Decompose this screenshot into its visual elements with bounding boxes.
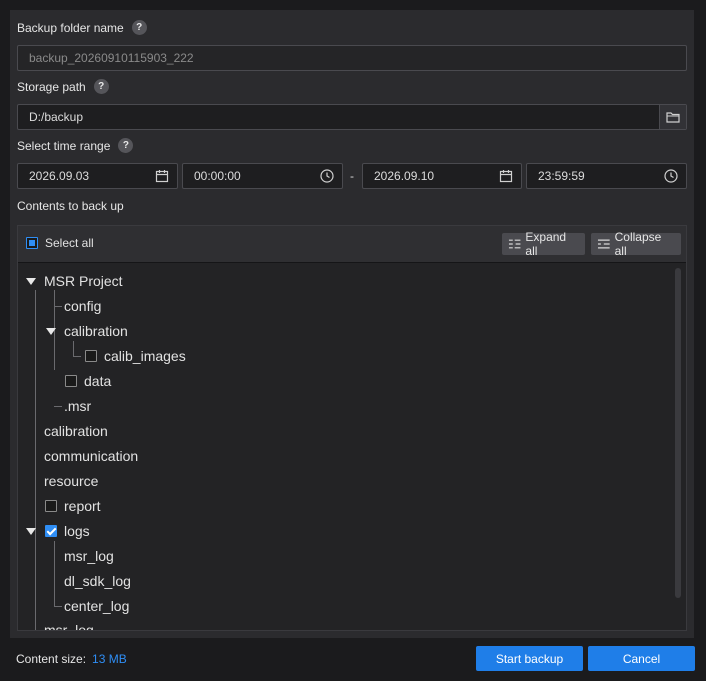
expand-all-button[interactable]: Expand all <box>502 230 585 258</box>
tree-node[interactable]: .msr <box>64 398 91 414</box>
start-time-field[interactable]: 00:00:00 <box>182 163 343 189</box>
clock-icon[interactable] <box>664 169 678 183</box>
tree-guide <box>54 406 62 407</box>
storage-path-field[interactable]: D:/backup <box>17 104 687 130</box>
backup-name-label: Backup folder name ? <box>17 20 147 35</box>
backup-name-field: backup_20260910115903_222 <box>17 45 687 71</box>
tree-node[interactable]: msr_log <box>64 548 114 564</box>
tree-guide <box>73 356 81 357</box>
expand-toggle[interactable] <box>26 528 36 535</box>
expand-icon <box>508 239 521 249</box>
tree-node[interactable]: resource <box>44 473 98 489</box>
tree-guide <box>54 606 62 607</box>
tree-node[interactable]: config <box>64 298 101 314</box>
browse-folder-button[interactable] <box>659 105 686 129</box>
tree-node[interactable]: dl_sdk_log <box>64 573 131 589</box>
folder-icon <box>666 112 680 123</box>
tree-guide <box>54 541 55 606</box>
time-range-label: Select time range ? <box>17 138 134 153</box>
tree-guide <box>73 341 74 356</box>
end-time-field[interactable]: 23:59:59 <box>526 163 687 189</box>
calendar-icon[interactable] <box>499 169 513 183</box>
content-size: Content size: 13 MB <box>16 652 127 666</box>
start-date-field[interactable]: 2026.09.03 <box>17 163 178 189</box>
help-icon[interactable]: ? <box>118 138 134 153</box>
start-backup-button[interactable]: Start backup <box>476 646 583 671</box>
select-all-checkbox[interactable] <box>26 237 38 249</box>
tree-node[interactable]: calibration <box>44 423 108 439</box>
tree-node[interactable]: communication <box>44 448 138 464</box>
tree-checkbox[interactable] <box>45 525 57 537</box>
clock-icon[interactable] <box>320 169 334 183</box>
contents-tree: Select all Expand all Collapse all MSR P… <box>17 225 687 631</box>
tree-node[interactable]: data <box>84 373 111 389</box>
tree-checkbox[interactable] <box>85 350 97 362</box>
help-icon[interactable]: ? <box>93 79 109 94</box>
help-icon[interactable]: ? <box>131 20 147 35</box>
tree-node[interactable]: calibration <box>64 323 128 339</box>
tree-checkbox[interactable] <box>45 500 57 512</box>
collapse-icon <box>597 239 610 249</box>
tree-guide <box>54 306 62 307</box>
calendar-icon[interactable] <box>155 169 169 183</box>
tree-node[interactable]: MSR Project <box>44 273 123 289</box>
end-date-field[interactable]: 2026.09.10 <box>362 163 522 189</box>
contents-label: Contents to back up <box>17 199 124 213</box>
expand-toggle[interactable] <box>26 278 36 285</box>
tree-header: Select all Expand all Collapse all <box>18 226 686 263</box>
tree-node[interactable]: report <box>64 498 101 514</box>
select-all-label[interactable]: Select all <box>45 236 94 250</box>
cancel-button[interactable]: Cancel <box>588 646 695 671</box>
tree-guide <box>35 290 36 630</box>
storage-path-label: Storage path ? <box>17 79 109 94</box>
tree-node[interactable]: center_log <box>64 598 129 614</box>
expand-toggle[interactable] <box>46 328 56 335</box>
range-separator: - <box>350 169 354 183</box>
tree-node[interactable]: calib_images <box>104 348 186 364</box>
collapse-all-button[interactable]: Collapse all <box>591 230 681 258</box>
tree-node[interactable]: logs <box>64 523 90 539</box>
tree-scrollbar[interactable] <box>675 268 681 598</box>
tree-checkbox[interactable] <box>65 375 77 387</box>
tree-node[interactable]: msr_log <box>44 622 94 630</box>
